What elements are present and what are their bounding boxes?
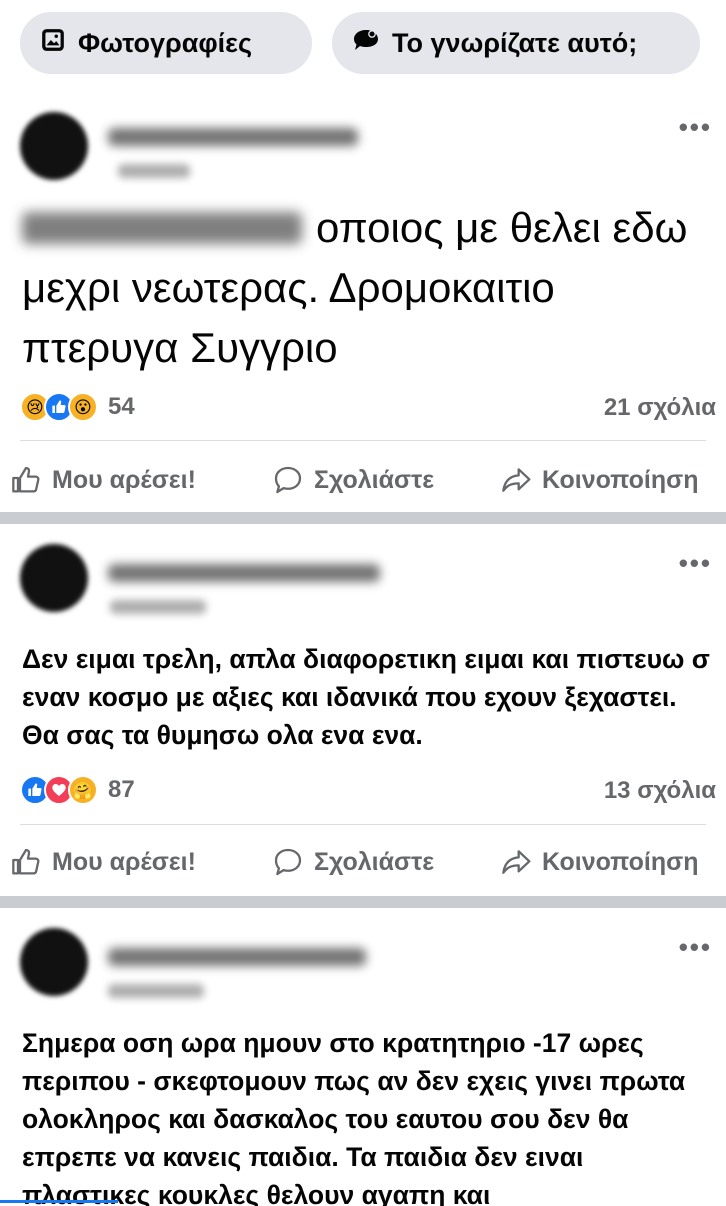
- post-actions: Μου αρέσει! Σχολιάστε Κοινοποίηση: [10, 458, 726, 502]
- share-button[interactable]: Κοινοποίηση: [500, 464, 698, 496]
- divider: [20, 824, 706, 825]
- avatar[interactable]: [20, 544, 88, 612]
- thumbs-up-icon: [10, 846, 42, 878]
- author-name-redacted[interactable]: [108, 128, 358, 146]
- like-label: Μου αρέσει!: [52, 847, 196, 876]
- did-you-know-chip[interactable]: Το γνωρίζατε αυτό;: [332, 12, 700, 74]
- photos-chip-label: Φωτογραφίες: [78, 27, 252, 58]
- like-button[interactable]: Μου αρέσει!: [10, 464, 272, 496]
- comment-label: Σχολιάστε: [314, 847, 435, 876]
- comment-button[interactable]: Σχολιάστε: [272, 846, 500, 878]
- comment-button[interactable]: Σχολιάστε: [272, 464, 500, 496]
- like-label: Μου αρέσει!: [52, 465, 196, 494]
- wow-reaction-icon: 😮: [68, 392, 98, 422]
- avatar[interactable]: [20, 928, 88, 996]
- avatar[interactable]: [20, 112, 88, 180]
- share-icon: [500, 464, 532, 496]
- post-1: ••• οποιος με θελει εδω μεχρι νεωτερας. …: [0, 90, 726, 510]
- post-actions: Μου αρέσει! Σχολιάστε Κοινοποίηση: [10, 840, 726, 884]
- post-meta-redacted: [118, 164, 190, 178]
- did-you-know-chip-label: Το γνωρίζατε αυτό;: [392, 27, 638, 58]
- comment-icon: [272, 464, 304, 496]
- reaction-count: 87: [108, 776, 135, 803]
- comment-label: Σχολιάστε: [314, 465, 435, 494]
- scroll-indicator: [0, 1200, 118, 1203]
- post-meta-redacted: [108, 984, 204, 998]
- post-2: ••• Δεν ειμαι τρελη, απλα διαφορετικη ει…: [0, 524, 726, 894]
- divider: [20, 440, 706, 441]
- share-icon: [500, 846, 532, 878]
- more-options-icon[interactable]: •••: [679, 112, 712, 143]
- post-3: ••• Σημερα οση ωρα ημουν στο κρατητηριο …: [0, 908, 726, 1206]
- feed-divider: [0, 512, 726, 524]
- speech-bubble-icon: [352, 27, 380, 60]
- more-options-icon[interactable]: •••: [679, 932, 712, 963]
- comments-count[interactable]: 13 σχόλια: [604, 777, 716, 805]
- reactions-summary[interactable]: 🤗 87: [20, 775, 135, 805]
- thumbs-up-icon: [10, 464, 42, 496]
- comment-icon: [272, 846, 304, 878]
- post-text: Σημερα οση ωρα ημουν στο κρατητηριο -17 …: [22, 1028, 686, 1206]
- share-label: Κοινοποίηση: [542, 465, 699, 494]
- post-text: Δεν ειμαι τρελη, απλα διαφορετικη ειμαι …: [22, 644, 710, 750]
- share-button[interactable]: Κοινοποίηση: [500, 846, 698, 878]
- post-meta-redacted: [110, 600, 206, 614]
- feed-divider: [0, 896, 726, 908]
- redacted-text: [22, 212, 302, 244]
- author-name-redacted[interactable]: [108, 564, 380, 582]
- photo-icon: [40, 27, 66, 60]
- author-name-redacted[interactable]: [108, 948, 366, 966]
- reactions-summary[interactable]: 😢 😮 54: [20, 392, 135, 422]
- comments-count[interactable]: 21 σχόλια: [604, 394, 716, 422]
- reaction-count: 54: [108, 393, 135, 420]
- care-reaction-icon: 🤗: [68, 775, 98, 805]
- like-button[interactable]: Μου αρέσει!: [10, 846, 272, 878]
- post-text: οποιος με θελει εδω μεχρι νεωτερας. Δρομ…: [22, 204, 688, 371]
- share-label: Κοινοποίηση: [542, 847, 699, 876]
- filter-chips: Φωτογραφίες Το γνωρίζατε αυτό;: [20, 12, 706, 76]
- more-options-icon[interactable]: •••: [679, 548, 712, 579]
- photos-chip[interactable]: Φωτογραφίες: [20, 12, 312, 74]
